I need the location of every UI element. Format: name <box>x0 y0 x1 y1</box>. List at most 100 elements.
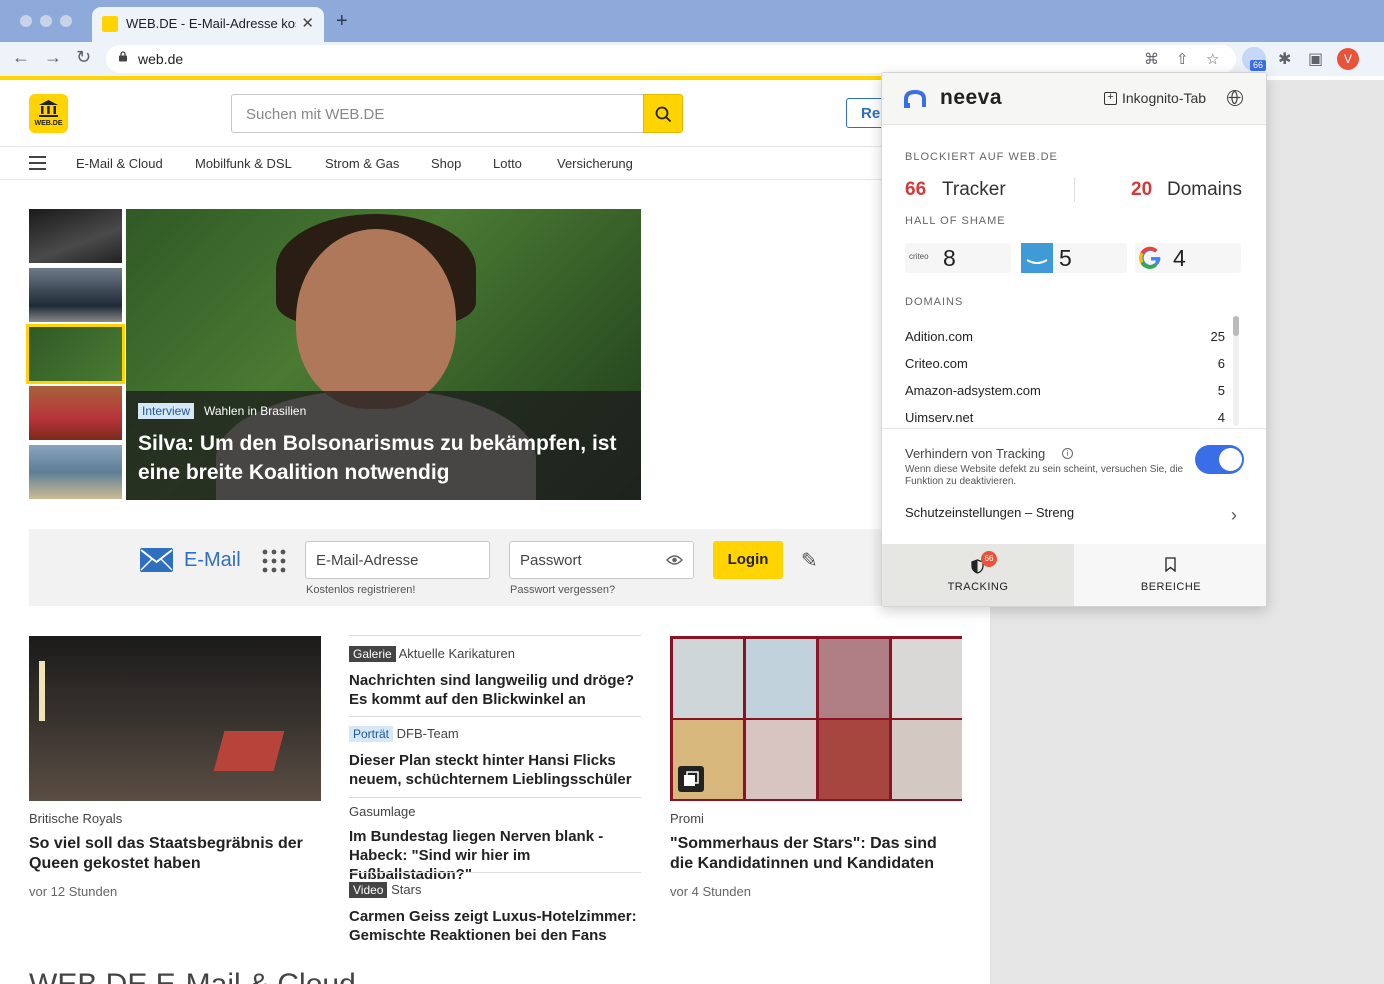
nav-shop[interactable]: Shop <box>431 156 461 171</box>
list-item-kicker: Porträt DFB-Team <box>349 726 459 742</box>
neeva-logo-icon <box>904 90 926 108</box>
list-item-headline[interactable]: Im Bundestag liegen Nerven blank - Habec… <box>349 827 641 884</box>
collage-photo <box>673 639 743 718</box>
domain-count: 20 <box>1131 179 1153 200</box>
compose-pen-icon[interactable]: ✎ <box>801 548 818 573</box>
amazon-logo-icon <box>1021 243 1053 273</box>
sommerhaus-collage-image[interactable] <box>670 636 962 801</box>
shame-count: 5 <box>1059 245 1072 271</box>
window-zoom-dot[interactable] <box>60 15 72 27</box>
nav-versicherung[interactable]: Versicherung <box>557 156 633 171</box>
neeva-extension-badge: 66 <box>1250 60 1267 71</box>
share-icon[interactable]: ⇧ <box>1176 50 1189 68</box>
register-link[interactable]: Kostenlos registrieren! <box>306 584 415 596</box>
shame-item-amazon: 5 <box>1021 243 1127 273</box>
tab-tracking-badge: 66 <box>981 551 997 567</box>
incognito-tab-link[interactable]: Inkognito-Tab <box>1122 90 1206 106</box>
search-button[interactable] <box>643 94 683 133</box>
list-item-tag: Galerie <box>349 646 396 662</box>
email-field[interactable]: E-Mail-Adresse <box>305 541 490 579</box>
domain-row: Criteo.com 6 <box>905 356 1225 376</box>
new-tab-button[interactable]: + <box>336 10 348 33</box>
criteo-logo-icon: criteo <box>909 252 929 261</box>
info-icon[interactable]: i <box>1062 448 1073 459</box>
prevent-tracking-toggle[interactable] <box>1195 445 1244 474</box>
address-bar[interactable]: web.de ⌘ ⇧ ☆ <box>106 45 1236 73</box>
hero-thumbnail[interactable] <box>29 268 122 322</box>
nav-strom-gas[interactable]: Strom & Gas <box>325 156 399 171</box>
nav-mobilfunk-dsl[interactable]: Mobilfunk & DSL <box>195 156 292 171</box>
chevron-right-icon[interactable]: › <box>1231 505 1237 526</box>
mail-label[interactable]: E-Mail <box>184 549 241 572</box>
main-nav: E-Mail & Cloud Mobilfunk & DSL Strom & G… <box>0 146 990 180</box>
hero-thumbnail[interactable] <box>29 209 122 263</box>
tab-close-icon[interactable]: ✕ <box>301 14 314 32</box>
list-divider <box>349 716 641 717</box>
card-left-time: vor 12 Stunden <box>29 884 118 899</box>
search-icon <box>655 106 672 123</box>
tab-tracking[interactable]: 66 TRACKING <box>882 544 1074 606</box>
search-input[interactable]: Suchen mit WEB.DE <box>231 94 645 133</box>
tracker-count: 66 <box>905 179 927 200</box>
collage-photo <box>746 639 816 718</box>
back-icon[interactable]: ← <box>12 47 30 68</box>
translate-icon[interactable]: ⌘ <box>1144 50 1159 68</box>
url-text[interactable]: web.de <box>138 51 183 67</box>
login-button[interactable]: Login <box>713 541 783 579</box>
globe-icon[interactable] <box>1227 90 1243 106</box>
browser-tab-webde[interactable]: WEB.DE - E-Mail-Adresse kostenlos ✕ <box>92 7 324 42</box>
neeva-popup-header: neeva + Inkognito-Tab <box>882 73 1266 125</box>
hero-caption: Interview Wahlen in Brasilien Silva: Um … <box>126 391 641 500</box>
password-field[interactable]: Passwort <box>509 541 694 579</box>
card-right-headline[interactable]: "Sommerhaus der Stars": Das sind die Kan… <box>670 834 962 874</box>
domain-row: Uimserv.net 4 <box>905 410 1225 430</box>
hero-teaser[interactable]: Interview Wahlen in Brasilien Silva: Um … <box>126 209 641 500</box>
side-panel-icon[interactable]: ▣ <box>1308 49 1323 69</box>
list-item-headline[interactable]: Carmen Geiss zeigt Luxus-Hotelzimmer: Ge… <box>349 907 641 945</box>
list-item-kicker: Galerie Aktuelle Karikaturen <box>349 646 515 662</box>
profile-avatar[interactable]: V <box>1337 48 1359 70</box>
bookmark-star-icon[interactable]: ☆ <box>1206 50 1219 68</box>
queen-funeral-image[interactable] <box>29 636 321 801</box>
hero-thumbnail[interactable] <box>29 445 122 499</box>
tracker-label: Tracker <box>942 179 1006 200</box>
tab-title: WEB.DE - E-Mail-Adresse kostenlos <box>126 16 296 31</box>
hero-thumbnail[interactable] <box>29 386 122 440</box>
hero-kicker: Wahlen in Brasilien <box>204 404 307 418</box>
list-item-headline[interactable]: Dieser Plan steckt hinter Hansi Flicks n… <box>349 751 641 789</box>
app-grid-icon[interactable] <box>262 549 286 573</box>
domains-scroll-thumb[interactable] <box>1233 316 1239 336</box>
window-minimize-dot[interactable] <box>40 15 52 27</box>
webde-logo[interactable]: WEB.DE <box>29 94 68 133</box>
list-item-tag: Porträt <box>349 726 394 742</box>
webde-favicon-icon <box>102 16 118 32</box>
extensions-puzzle-icon[interactable]: ✱ <box>1278 49 1291 69</box>
incognito-plus-icon[interactable]: + <box>1104 92 1117 105</box>
bookmark-icon <box>1165 557 1176 572</box>
menu-hamburger-icon[interactable] <box>29 156 46 170</box>
protection-settings-link[interactable]: Schutzeinstellungen – Streng <box>905 505 1074 520</box>
nav-lotto[interactable]: Lotto <box>493 156 522 171</box>
hero-thumbnail-active[interactable] <box>26 324 125 384</box>
domains-section-label: DOMAINS <box>905 296 964 308</box>
hero-title[interactable]: Silva: Um den Bolsonarismus zu bekämpfen… <box>138 429 628 487</box>
collage-photo <box>892 720 962 799</box>
envelope-icon <box>140 548 173 572</box>
nav-email-cloud[interactable]: E-Mail & Cloud <box>76 156 163 171</box>
card-right-time: vor 4 Stunden <box>670 884 751 899</box>
card-left-headline[interactable]: So viel soll das Staatsbegräbnis der Que… <box>29 834 321 874</box>
reload-icon[interactable]: ↻ <box>76 47 91 68</box>
forgot-password-link[interactable]: Passwort vergessen? <box>510 584 615 596</box>
webde-page: WEB.DE Suchen mit WEB.DE Re E-Mail & Clo… <box>0 80 990 984</box>
card-right-kicker: Promi <box>670 811 704 826</box>
show-password-eye-icon[interactable] <box>666 554 683 566</box>
list-item-kicker: Gasumlage <box>349 804 415 819</box>
forward-icon[interactable]: → <box>44 47 62 68</box>
logo-text: WEB.DE <box>34 120 63 127</box>
window-close-dot[interactable] <box>20 15 32 27</box>
list-item-headline[interactable]: Nachrichten sind langweilig und dröge? E… <box>349 671 641 709</box>
domain-name: Adition.com <box>905 329 973 344</box>
tab-bereiche[interactable]: BEREICHE <box>1074 544 1266 606</box>
domain-name: Criteo.com <box>905 356 968 371</box>
hero-image-face <box>296 229 456 409</box>
